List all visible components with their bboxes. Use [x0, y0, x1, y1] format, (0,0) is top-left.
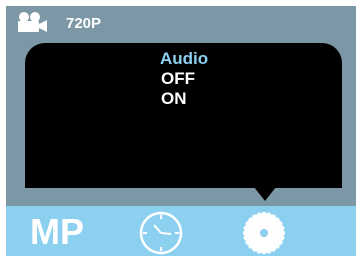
audio-menu-panel: Audio OFF ON: [25, 43, 342, 188]
menu-option-off[interactable]: OFF: [161, 69, 195, 89]
status-bar: 720P: [6, 6, 356, 40]
menu-pointer-arrow: [254, 187, 276, 201]
gear-icon[interactable]: [242, 211, 286, 255]
menu-option-on[interactable]: ON: [161, 89, 187, 109]
resolution-label: 720P: [66, 15, 102, 32]
video-camera-icon: [18, 12, 47, 32]
clock-icon[interactable]: [138, 210, 184, 256]
camera-screen: 720P Audio OFF ON MP: [6, 6, 356, 256]
mode-mp-button[interactable]: MP: [30, 212, 84, 252]
bottom-bar: MP: [6, 206, 356, 256]
menu-title: Audio: [160, 49, 209, 68]
